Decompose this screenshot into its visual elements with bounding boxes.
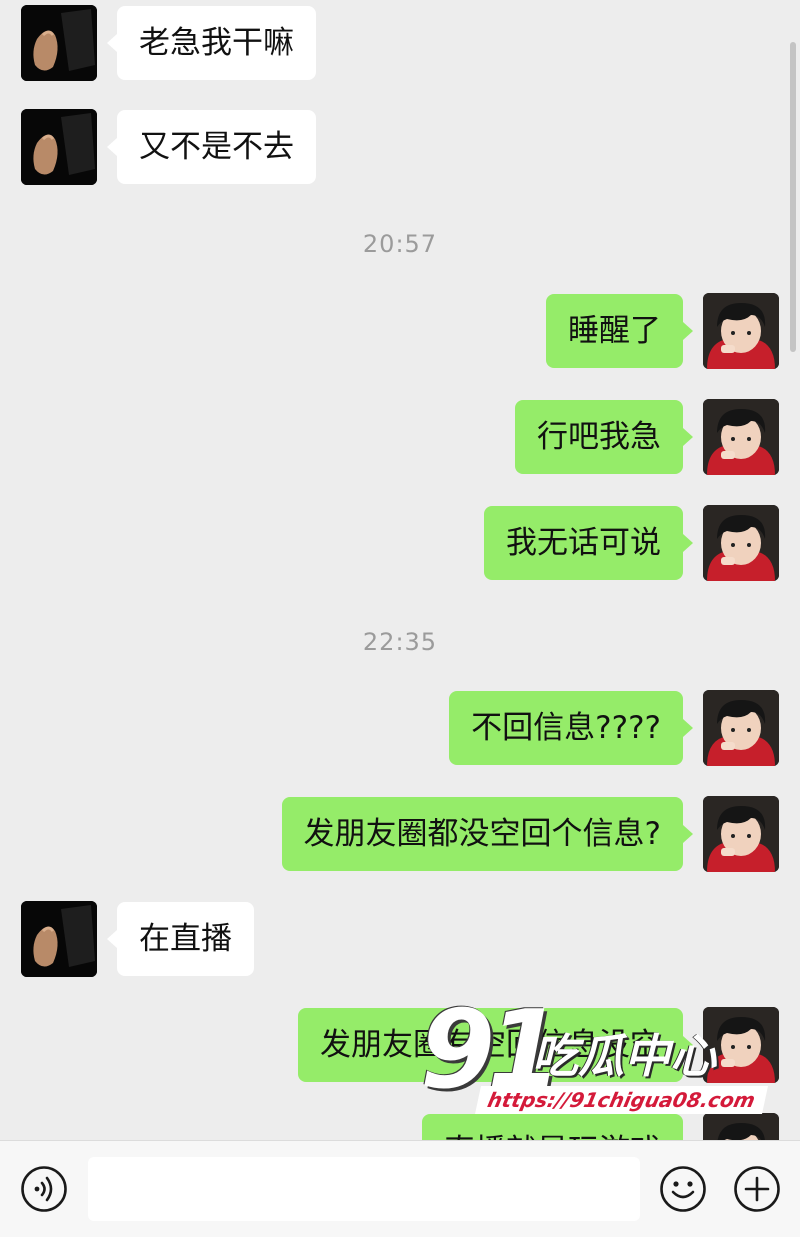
watermark-brand: 吃瓜中心	[532, 1029, 716, 1083]
message-bubble[interactable]: 我无话可说	[484, 506, 693, 580]
user-avatar[interactable]	[703, 399, 779, 475]
message-row-incoming: 老急我干嘛	[21, 5, 321, 81]
contact-avatar[interactable]	[21, 5, 97, 81]
user-avatar[interactable]	[703, 690, 779, 766]
chat-area[interactable]: 老急我干嘛 又不是不去 20:57 睡醒了 行吧我急 我无话可说 22:35 不…	[0, 0, 800, 1140]
user-avatar[interactable]	[703, 796, 779, 872]
message-row-outgoing: 睡醒了	[379, 293, 779, 369]
message-row-outgoing: 发朋友圈都没空回个信息?	[179, 796, 779, 872]
input-bar	[0, 1140, 800, 1237]
plus-icon[interactable]	[733, 1165, 781, 1213]
message-row-incoming: 又不是不去	[21, 109, 321, 185]
user-avatar[interactable]	[703, 505, 779, 581]
timestamp: 22:35	[362, 628, 438, 656]
message-bubble[interactable]: 行吧我急	[515, 400, 693, 474]
watermark: 91 吃瓜中心 https://91chigua08.com	[420, 988, 768, 1120]
contact-avatar[interactable]	[21, 109, 97, 185]
message-bubble[interactable]: 老急我干嘛	[107, 6, 316, 80]
emoji-icon[interactable]	[659, 1165, 707, 1213]
message-row-outgoing: 行吧我急	[379, 399, 779, 475]
message-bubble[interactable]: 发朋友圈都没空回个信息?	[281, 797, 694, 871]
message-row-incoming: 在直播	[21, 901, 321, 977]
message-row-outgoing: 不回信息????	[279, 690, 779, 766]
message-input[interactable]	[88, 1157, 640, 1221]
timestamp: 20:57	[362, 230, 438, 258]
message-bubble[interactable]: 睡醒了	[546, 294, 693, 368]
watermark-url: https://91chigua08.com	[475, 1086, 768, 1114]
user-avatar[interactable]	[703, 293, 779, 369]
contact-avatar[interactable]	[21, 901, 97, 977]
voice-icon[interactable]	[20, 1165, 68, 1213]
scrollbar[interactable]	[790, 42, 796, 352]
message-bubble[interactable]: 在直播	[107, 902, 254, 976]
message-bubble[interactable]: 又不是不去	[107, 110, 316, 184]
message-bubble[interactable]: 不回信息????	[449, 691, 693, 765]
message-row-outgoing: 我无话可说	[379, 505, 779, 581]
